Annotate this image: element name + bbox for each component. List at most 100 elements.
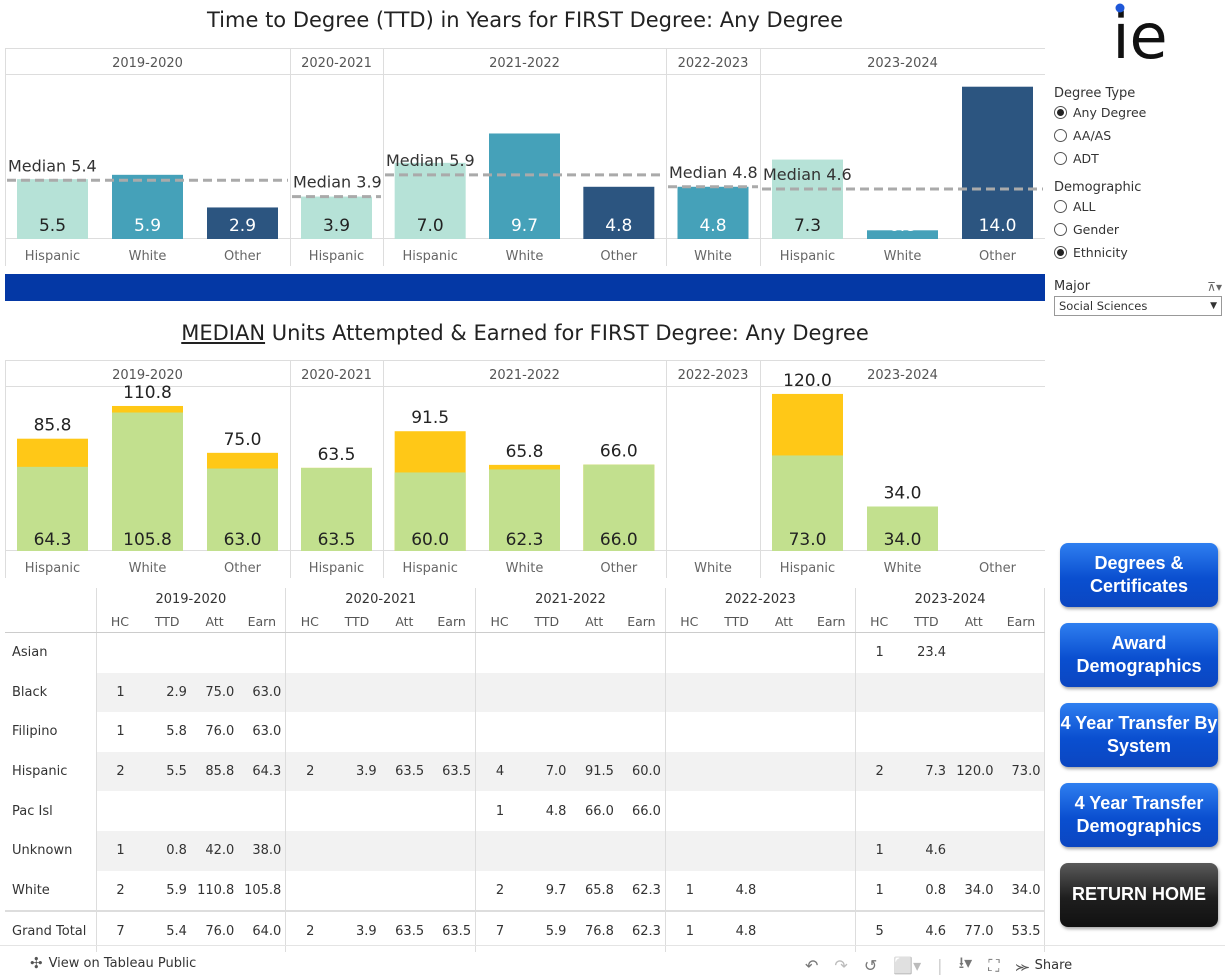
- table-cell: 85.8: [205, 764, 235, 780]
- table-cell: [997, 672, 1046, 713]
- table-cell: [807, 870, 856, 912]
- table-cell: 2: [116, 764, 125, 780]
- nav-button[interactable]: 4 Year Transfer By System: [1060, 703, 1218, 767]
- fullscreen-icon[interactable]: ⛶: [988, 956, 999, 976]
- table-cell: [760, 871, 807, 912]
- units-earned-label: 60.0: [411, 530, 449, 550]
- table-row-label: Pac Isl: [5, 791, 97, 831]
- table-cell: [428, 830, 477, 871]
- category-tick-label: White: [506, 249, 544, 264]
- major-select[interactable]: Social Sciences ▼: [1054, 296, 1222, 316]
- table-cell: 4.8: [735, 882, 757, 898]
- table-row: Asian 1 23.4: [5, 632, 1046, 673]
- chevron-down-icon: ▼: [1210, 301, 1217, 311]
- share-button[interactable]: ⪼ Share: [1015, 957, 1072, 975]
- table-row-label: Filipino: [5, 712, 97, 752]
- demographic-option[interactable]: ALL: [1054, 195, 1224, 218]
- radio-button-icon[interactable]: [1054, 223, 1067, 236]
- table-row: White 2 5.9 110.8 105.8 2 9.7 65.8 62.3 1 4.8 1 0.8 3…: [5, 870, 1046, 912]
- table-cell: 4.6: [925, 843, 947, 859]
- table-column-header: HC: [475, 610, 524, 633]
- table-cell: 4.8: [545, 803, 567, 819]
- redo-icon[interactable]: ↷: [834, 956, 847, 975]
- table-cell: 64.3: [238, 751, 287, 792]
- table-cell: [665, 752, 712, 792]
- category-tick-label: Hispanic: [25, 561, 80, 576]
- table-cell: [997, 712, 1046, 752]
- table-cell: [476, 712, 523, 752]
- units-attempted-label: 120.0: [783, 371, 832, 391]
- table-cell: [96, 791, 143, 831]
- radio-button-icon[interactable]: [1054, 106, 1067, 119]
- table-cell: [286, 712, 333, 752]
- year-header-label: 2022-2023: [678, 56, 749, 71]
- degree-type-option[interactable]: Any Degree: [1054, 101, 1224, 124]
- table-cell: 5.8: [166, 724, 187, 740]
- table-year-header: 2022-2023: [665, 588, 856, 610]
- view-on-tableau-link[interactable]: ✣ View on Tableau Public: [30, 954, 196, 972]
- nav-button[interactable]: 4 Year Transfer Demographics: [1060, 783, 1218, 847]
- ie-logo: ie: [1112, 0, 1167, 70]
- table-cell: [617, 672, 666, 713]
- units-title-median: MEDIAN: [181, 321, 266, 345]
- table-cell: [523, 712, 570, 752]
- demographic-option-label: ALL: [1073, 199, 1096, 214]
- table-cell: [381, 871, 428, 912]
- nav-button[interactable]: RETURN HOME: [1060, 863, 1218, 927]
- table-cell: 63.5: [428, 751, 477, 792]
- degree-type-option[interactable]: AA/AS: [1054, 124, 1224, 147]
- table-cell: 34.0: [964, 882, 994, 898]
- table-cell: [665, 673, 712, 713]
- year-header-label: 2023-2024: [867, 56, 938, 71]
- units-earned-label: 105.8: [123, 530, 172, 550]
- table-cell: [333, 673, 380, 713]
- table-cell: [713, 633, 760, 673]
- table-cell: 1: [116, 724, 125, 740]
- table-cell: [333, 791, 380, 831]
- degree-type-label: Degree Type: [1054, 86, 1136, 101]
- table-cell: [381, 791, 428, 831]
- table-cell: 34.0: [997, 870, 1046, 912]
- radio-button-icon[interactable]: [1054, 200, 1067, 213]
- pause-icon[interactable]: ⬜▾: [893, 956, 921, 975]
- ttd-bar-value-label: 4.8: [605, 216, 632, 236]
- radio-button-icon[interactable]: [1054, 129, 1067, 142]
- table-row-label: Unknown: [5, 830, 97, 871]
- table-cell: [855, 791, 902, 831]
- table-cell: 2: [306, 764, 315, 780]
- nav-button[interactable]: Degrees & Certificates: [1060, 543, 1218, 607]
- demographic-option[interactable]: Ethnicity: [1054, 241, 1224, 264]
- table-cell: 7.0: [545, 764, 567, 780]
- category-tick-label: Hispanic: [780, 561, 835, 576]
- nav-button[interactable]: Award Demographics: [1060, 623, 1218, 687]
- category-tick-label: Hispanic: [780, 249, 835, 264]
- radio-button-icon[interactable]: [1054, 246, 1067, 259]
- category-tick-label: Other: [224, 561, 262, 576]
- undo-icon[interactable]: ↶: [805, 956, 818, 975]
- table-cell: 60.0: [617, 751, 666, 792]
- year-header-label: 2022-2023: [678, 368, 749, 383]
- radio-button-icon[interactable]: [1054, 152, 1067, 165]
- table-cell: 2: [495, 882, 505, 898]
- table-cell: [286, 633, 333, 673]
- table-cell: 73.0: [997, 751, 1046, 792]
- table-cell: 1: [875, 843, 884, 859]
- demographic-option[interactable]: Gender: [1054, 218, 1224, 241]
- table-cell: [238, 791, 287, 831]
- table-cell: 0.8: [925, 882, 947, 898]
- table-cell: [286, 673, 333, 713]
- table-cell: [381, 831, 428, 871]
- category-tick-label: Other: [600, 561, 638, 576]
- table-year-header: 2021-2022: [475, 588, 666, 610]
- clear-filter-icon[interactable]: ⊼▾: [1207, 280, 1222, 294]
- revert-icon[interactable]: ↺: [864, 956, 877, 975]
- category-tick-label: Other: [979, 249, 1017, 264]
- category-tick-label: Hispanic: [25, 249, 80, 264]
- degree-type-option[interactable]: ADT: [1054, 147, 1224, 170]
- table-cell: 1: [875, 645, 884, 661]
- table-cell: [997, 791, 1046, 831]
- table-cell: [570, 633, 617, 673]
- table-cell: 1: [116, 843, 125, 859]
- median-label: Median 5.4: [8, 156, 97, 175]
- table-cell: 4: [495, 764, 505, 780]
